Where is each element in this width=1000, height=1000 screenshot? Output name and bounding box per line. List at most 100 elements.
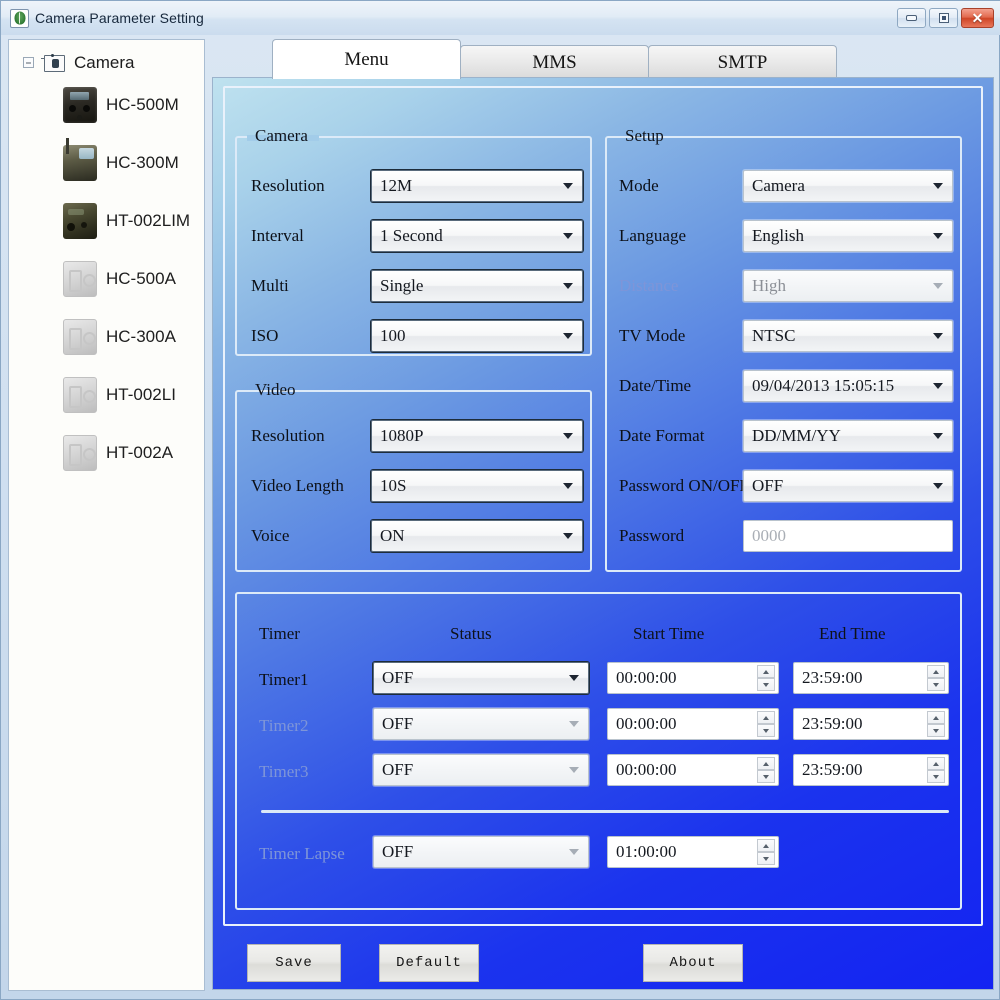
label-setup-date-format: Date Format <box>619 426 705 445</box>
combo-value: OFF <box>382 760 414 779</box>
password-input[interactable]: 0000 <box>743 520 953 552</box>
chevron-down-icon <box>933 333 943 339</box>
spinner-up-icon[interactable] <box>757 665 775 678</box>
sidebar-item-ht-002a[interactable]: HT-002A <box>9 424 204 482</box>
spinner-down-icon[interactable] <box>757 678 775 691</box>
list-item-label: HT-002LIM <box>106 211 191 230</box>
combo-setup-language[interactable]: English <box>743 220 953 252</box>
chevron-down-icon <box>933 233 943 239</box>
combo-setup-password-onoff[interactable]: OFF <box>743 470 953 502</box>
minimize-button[interactable] <box>897 8 926 28</box>
collapse-icon[interactable] <box>23 57 34 68</box>
combo-camera-iso[interactable]: 100 <box>371 320 583 352</box>
chevron-down-icon <box>563 283 573 289</box>
tab-menu[interactable]: Menu <box>272 39 461 79</box>
column-header-end-time: End Time <box>819 624 886 643</box>
chevron-down-icon <box>563 483 573 489</box>
combo-camera-interval[interactable]: 1 Second <box>371 220 583 252</box>
combo-video-length[interactable]: 10S <box>371 470 583 502</box>
camera-photo-dark-icon <box>63 87 97 123</box>
sidebar-item-hc-500m[interactable]: HC-500M <box>9 76 204 134</box>
chevron-down-icon <box>933 283 943 289</box>
label-video-length: Video Length <box>251 476 344 495</box>
spinner-timer1-end[interactable] <box>927 665 945 691</box>
camera-placeholder-icon <box>63 377 97 413</box>
sidebar-item-ht-002lim[interactable]: HT-002LIM <box>9 192 204 250</box>
combo-value: OFF <box>382 668 414 687</box>
spinner-down-icon[interactable] <box>927 678 945 691</box>
menu-tab-panel: Camera Resolution 12M Interval 1 Second <box>212 77 994 990</box>
default-button[interactable]: Default <box>379 944 479 982</box>
spinner-down-icon <box>927 724 945 737</box>
maximize-button[interactable] <box>929 8 958 28</box>
section-divider <box>261 810 949 813</box>
video-groupbox: Video Resolution 1080P Video Length 10S <box>235 380 592 572</box>
spinner-timer3-end <box>927 757 945 783</box>
label-timer3: Timer3 <box>259 762 309 781</box>
spinner-up-icon <box>757 757 775 770</box>
combo-timer1-status[interactable]: OFF <box>373 662 589 694</box>
label-timer-lapse: Timer Lapse <box>259 844 345 863</box>
combo-value: Single <box>380 276 424 295</box>
spinner-timer2-end <box>927 711 945 737</box>
tree-root-camera[interactable]: Camera <box>9 40 204 76</box>
camera-groupbox-title: Camera <box>255 126 308 145</box>
chevron-down-icon <box>563 183 573 189</box>
sidebar-item-hc-300a[interactable]: HC-300A <box>9 308 204 366</box>
spinner-down-icon <box>757 770 775 783</box>
combo-camera-multi[interactable]: Single <box>371 270 583 302</box>
spinner-timer1-start[interactable] <box>757 665 775 691</box>
combo-setup-distance: High <box>743 270 953 302</box>
combo-setup-date-time[interactable]: 09/04/2013 15:05:15 <box>743 370 953 402</box>
combo-setup-mode[interactable]: Camera <box>743 170 953 202</box>
save-button[interactable]: Save <box>247 944 341 982</box>
time-value: 00:00:00 <box>616 760 677 779</box>
about-button[interactable]: About <box>643 944 743 982</box>
label-setup-date-time: Date/Time <box>619 376 692 395</box>
password-value: 0000 <box>752 526 786 545</box>
spinner-down-icon <box>757 852 775 865</box>
tab-strip: Menu MMS SMTP <box>212 39 994 79</box>
tab-mms[interactable]: MMS <box>460 45 649 79</box>
time-value: 23:59:00 <box>802 668 863 687</box>
sidebar-item-hc-500a[interactable]: HC-500A <box>9 250 204 308</box>
list-item-label: HC-300A <box>106 327 176 346</box>
combo-timer3-status: OFF <box>373 754 589 786</box>
spinner-up-icon[interactable] <box>927 665 945 678</box>
combo-camera-resolution[interactable]: 12M <box>371 170 583 202</box>
video-groupbox-title: Video <box>255 380 296 399</box>
label-timer1: Timer1 <box>259 670 309 689</box>
combo-setup-tv-mode[interactable]: NTSC <box>743 320 953 352</box>
camera-photo-olive-icon <box>63 138 97 181</box>
spinner-down-icon <box>927 770 945 783</box>
title-bar: Camera Parameter Setting ✕ <box>1 1 1000 35</box>
time-value: 01:00:00 <box>616 842 677 861</box>
list-item-label: HC-500A <box>106 269 176 288</box>
combo-setup-date-format[interactable]: DD/MM/YY <box>743 420 953 452</box>
sidebar-item-ht-002li[interactable]: HT-002LI <box>9 366 204 424</box>
tree-root-label: Camera <box>74 52 135 72</box>
input-timer2-start: 00:00:00 <box>607 708 779 740</box>
input-timer1-end[interactable]: 23:59:00 <box>793 662 949 694</box>
list-item-label: HC-500M <box>106 95 179 114</box>
chevron-down-icon <box>563 333 573 339</box>
close-button[interactable]: ✕ <box>961 8 994 28</box>
content-area: Menu MMS SMTP Camera Resolution 12M Inte… <box>212 39 994 991</box>
chevron-down-icon <box>563 233 573 239</box>
column-header-timer: Timer <box>259 624 300 643</box>
combo-video-voice[interactable]: ON <box>371 520 583 552</box>
device-tree-panel[interactable]: Camera HC-500M HC-300M HT-002LIM HC-500A… <box>8 39 205 991</box>
spinner-timer2-start <box>757 711 775 737</box>
combo-video-resolution[interactable]: 1080P <box>371 420 583 452</box>
sidebar-item-hc-300m[interactable]: HC-300M <box>9 134 204 192</box>
tab-smtp[interactable]: SMTP <box>648 45 837 79</box>
camera-placeholder-icon <box>63 261 97 297</box>
combo-value: 09/04/2013 15:05:15 <box>752 376 895 395</box>
close-icon: ✕ <box>971 10 984 26</box>
input-timer1-start[interactable]: 00:00:00 <box>607 662 779 694</box>
chevron-down-icon <box>563 433 573 439</box>
combo-value: English <box>752 226 804 245</box>
camera-placeholder-icon <box>63 435 97 471</box>
input-timer-lapse-interval: 01:00:00 <box>607 836 779 868</box>
label-setup-language: Language <box>619 226 687 245</box>
